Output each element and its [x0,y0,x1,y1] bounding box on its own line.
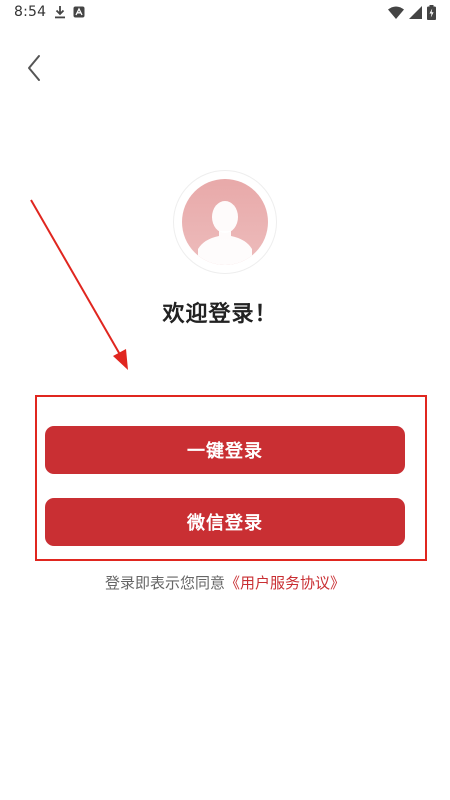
agreement-text: 登录即表示您同意《用户服务协议》 [0,572,450,593]
download-icon [54,5,66,19]
chevron-left-icon [26,54,42,86]
user-service-agreement-link[interactable]: 《用户服务协议》 [225,574,345,592]
signal-icon [409,6,422,19]
status-time: 8:54 [14,4,47,20]
wifi-icon [388,6,404,19]
avatar [182,179,268,265]
battery-charging-icon [427,5,436,20]
status-notification-icons [54,5,85,19]
status-bar: 8:54 [0,0,450,26]
status-system-icons [388,5,436,20]
app-notification-icon [73,6,85,18]
welcome-title: 欢迎登录！ [162,302,278,327]
one-click-login-button[interactable]: 一键登录 [45,426,405,474]
back-button[interactable] [18,52,50,88]
annotation-arrow-icon [30,199,128,370]
avatar-container [173,170,277,274]
agreement-prefix: 登录即表示您同意 [104,574,225,592]
wechat-login-button[interactable]: 微信登录 [45,498,405,546]
default-user-silhouette-icon [182,179,268,265]
